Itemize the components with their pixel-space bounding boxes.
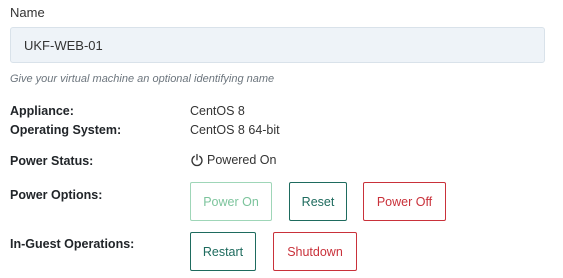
power-status-text: Powered On <box>207 153 277 167</box>
power-off-button[interactable]: Power Off <box>363 182 446 221</box>
operating-system-label: Operating System: <box>10 123 122 137</box>
shutdown-button[interactable]: Shutdown <box>273 232 357 271</box>
name-label: Name <box>10 5 45 20</box>
name-input[interactable] <box>10 27 545 63</box>
power-status-label: Power Status: <box>10 154 94 168</box>
operating-system-value: CentOS 8 64-bit <box>190 123 280 137</box>
name-help-text: Give your virtual machine an optional id… <box>10 73 275 85</box>
restart-button[interactable]: Restart <box>190 232 256 271</box>
appliance-value: CentOS 8 <box>190 104 245 118</box>
power-on-button[interactable]: Power On <box>190 182 272 221</box>
power-options-label: Power Options: <box>10 188 103 202</box>
reset-button[interactable]: Reset <box>289 182 347 221</box>
in-guest-operations-label: In-Guest Operations: <box>10 237 135 251</box>
power-icon <box>190 153 204 167</box>
appliance-label: Appliance: <box>10 104 74 118</box>
power-status-value: Powered On <box>190 153 276 167</box>
